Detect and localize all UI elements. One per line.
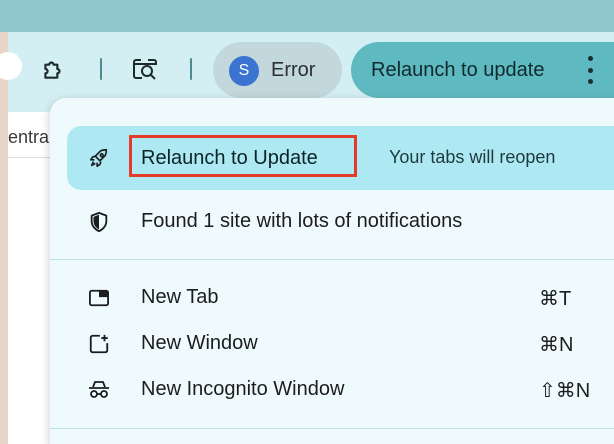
relaunch-to-update-item[interactable]: Relaunch to Update Your tabs will reopen <box>67 126 614 190</box>
avatar: S <box>229 56 259 86</box>
menu-divider <box>50 428 614 429</box>
toolbar-separator <box>190 58 192 80</box>
relaunch-chip-label: Relaunch to update <box>371 59 545 81</box>
new-window-label: New Window <box>141 332 258 354</box>
profile-status-label: Error <box>271 59 316 81</box>
omnibox-edge[interactable] <box>0 52 22 80</box>
new-incognito-window-item[interactable]: New Incognito Window ⇧⌘N <box>67 366 614 412</box>
menu-divider <box>50 259 614 260</box>
rocket-icon <box>87 146 111 170</box>
toolbar-separator <box>100 58 102 80</box>
new-window-shortcut: ⌘N <box>539 334 574 356</box>
new-window-item[interactable]: New Window ⌘N <box>67 320 614 366</box>
new-tab-icon <box>87 286 111 310</box>
incognito-icon <box>87 378 111 402</box>
tab-strip <box>0 0 614 32</box>
more-vert-icon[interactable] <box>580 56 600 84</box>
shield-icon <box>87 210 111 234</box>
app-menu: Relaunch to Update Your tabs will reopen… <box>50 98 614 444</box>
tab-search-icon[interactable] <box>130 54 160 84</box>
new-tab-shortcut: ⌘T <box>539 288 572 310</box>
relaunch-chip-button[interactable]: Relaunch to update <box>351 42 614 98</box>
new-incognito-window-label: New Incognito Window <box>141 378 345 400</box>
notifications-item[interactable]: Found 1 site with lots of notifications <box>67 198 614 244</box>
profile-button[interactable]: S Error <box>213 42 342 98</box>
new-tab-label: New Tab <box>141 286 219 308</box>
relaunch-to-update-sublabel: Your tabs will reopen <box>389 147 556 167</box>
new-tab-item[interactable]: New Tab ⌘T <box>67 274 614 320</box>
page-partial-text: entra <box>8 127 50 147</box>
notifications-label: Found 1 site with lots of notifications <box>141 210 463 232</box>
browser-window: S Error Relaunch to update entra Relaunc… <box>0 0 614 444</box>
new-incognito-window-shortcut: ⇧⌘N <box>539 380 591 402</box>
extensions-icon[interactable] <box>38 54 68 84</box>
relaunch-to-update-label: Relaunch to Update <box>141 147 318 169</box>
new-window-icon <box>87 332 111 356</box>
